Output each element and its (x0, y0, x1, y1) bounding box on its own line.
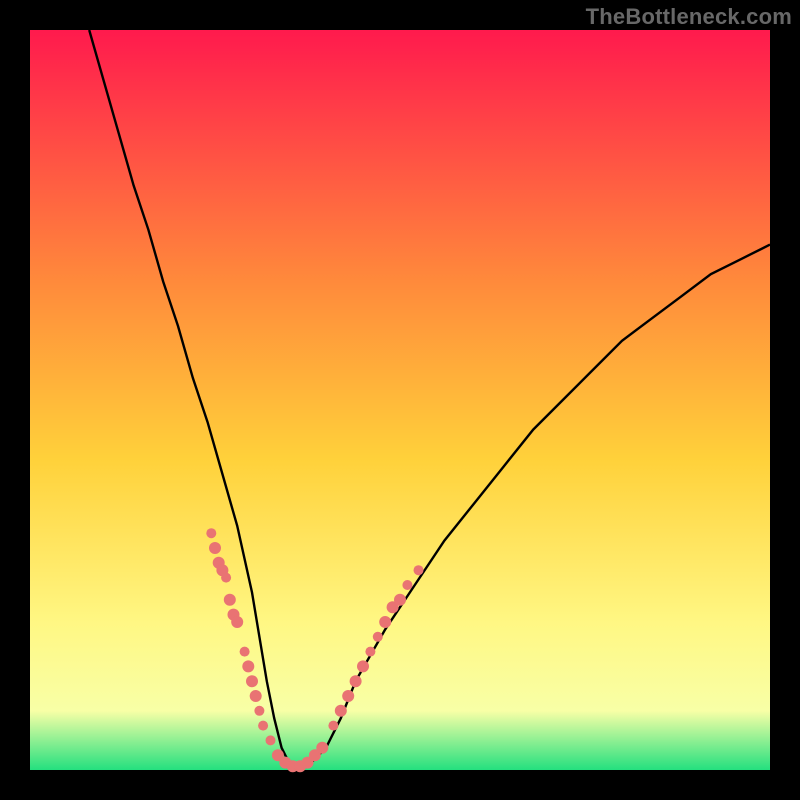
curve-marker (221, 573, 231, 583)
curve-marker (350, 675, 362, 687)
chart-outer: TheBottleneck.com (0, 0, 800, 800)
curve-marker (316, 742, 328, 754)
curve-marker (414, 565, 424, 575)
curve-marker (402, 580, 412, 590)
watermark-text: TheBottleneck.com (586, 4, 792, 30)
curve-marker (240, 647, 250, 657)
curve-marker (242, 660, 254, 672)
chart-svg (30, 30, 770, 770)
curve-marker (250, 690, 262, 702)
plot-background (30, 30, 770, 770)
curve-marker (224, 594, 236, 606)
curve-marker (258, 721, 268, 731)
curve-marker (328, 721, 338, 731)
curve-marker (266, 735, 276, 745)
curve-marker (335, 705, 347, 717)
curve-marker (206, 528, 216, 538)
curve-marker (231, 616, 243, 628)
curve-marker (365, 647, 375, 657)
curve-marker (246, 675, 258, 687)
curve-marker (379, 616, 391, 628)
curve-marker (209, 542, 221, 554)
curve-marker (394, 594, 406, 606)
curve-marker (342, 690, 354, 702)
curve-marker (373, 632, 383, 642)
curve-marker (357, 660, 369, 672)
curve-marker (254, 706, 264, 716)
